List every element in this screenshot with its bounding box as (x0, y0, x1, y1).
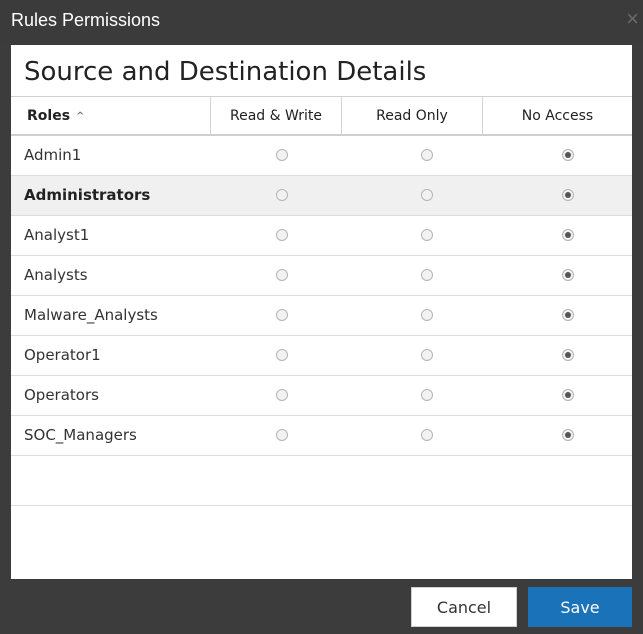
read-write-radio[interactable] (276, 309, 288, 321)
column-header-label: Roles (27, 108, 71, 124)
sort-ascending-icon: ^ (76, 111, 85, 122)
table-header: Roles ^ Read & Write Read Only No Access (11, 96, 632, 136)
read-write-radio[interactable] (276, 429, 288, 441)
table-row[interactable]: Analyst1 (11, 216, 632, 256)
table-row[interactable]: Malware_Analysts (11, 296, 632, 336)
table-row[interactable]: SOC_Managers (11, 416, 632, 456)
read-write-radio[interactable] (276, 229, 288, 241)
dialog-footer: Cancel Save (0, 579, 643, 634)
no-access-radio[interactable] (562, 389, 574, 401)
read-write-radio[interactable] (276, 189, 288, 201)
role-name: Admin1 (24, 146, 82, 164)
read-only-radio[interactable] (421, 189, 433, 201)
table-row[interactable]: Admin1 (11, 136, 632, 176)
no-access-radio[interactable] (562, 349, 574, 361)
read-write-radio[interactable] (276, 149, 288, 161)
read-only-radio[interactable] (421, 269, 433, 281)
table-row[interactable]: Analysts (11, 256, 632, 296)
role-name: SOC_Managers (24, 426, 137, 444)
role-name: Operators (24, 386, 99, 404)
read-write-radio[interactable] (276, 349, 288, 361)
table-body: Admin1 Administrators Analyst1 Analysts Malw… (11, 136, 632, 456)
table-empty-row (11, 456, 632, 506)
no-access-radio[interactable] (562, 269, 574, 281)
role-name: Administrators (24, 186, 151, 204)
section-heading: Source and Destination Details (24, 57, 427, 87)
column-header-read-write: Read & Write (210, 97, 341, 135)
no-access-radio[interactable] (562, 309, 574, 321)
read-only-radio[interactable] (421, 229, 433, 241)
role-name: Analyst1 (24, 226, 90, 244)
read-only-radio[interactable] (421, 349, 433, 361)
role-name: Operator1 (24, 346, 101, 364)
permissions-table: Roles ^ Read & Write Read Only No Access … (11, 96, 632, 506)
save-button[interactable]: Save (528, 587, 632, 627)
read-only-radio[interactable] (421, 429, 433, 441)
read-only-radio[interactable] (421, 389, 433, 401)
read-only-radio[interactable] (421, 149, 433, 161)
read-only-radio[interactable] (421, 309, 433, 321)
table-row[interactable]: Operator1 (11, 336, 632, 376)
dialog-title: Rules Permissions (11, 10, 161, 30)
no-access-radio[interactable] (562, 189, 574, 201)
read-write-radio[interactable] (276, 269, 288, 281)
rules-permissions-dialog: Rules Permissions × Source and Destinati… (0, 0, 643, 634)
table-row[interactable]: Operators (11, 376, 632, 416)
role-name: Malware_Analysts (24, 306, 158, 324)
no-access-radio[interactable] (562, 429, 574, 441)
dialog-titlebar: Rules Permissions × (0, 0, 643, 44)
read-write-radio[interactable] (276, 389, 288, 401)
no-access-radio[interactable] (562, 149, 574, 161)
no-access-radio[interactable] (562, 229, 574, 241)
table-row[interactable]: Administrators (11, 176, 632, 216)
role-name: Analysts (24, 266, 88, 284)
column-header-roles[interactable]: Roles ^ (11, 97, 210, 135)
column-header-no-access: No Access (482, 97, 632, 135)
dialog-content: Source and Destination Details Roles ^ Re… (11, 45, 632, 579)
cancel-button[interactable]: Cancel (411, 587, 517, 627)
close-icon[interactable]: × (626, 8, 639, 30)
column-header-read-only: Read Only (341, 97, 482, 135)
